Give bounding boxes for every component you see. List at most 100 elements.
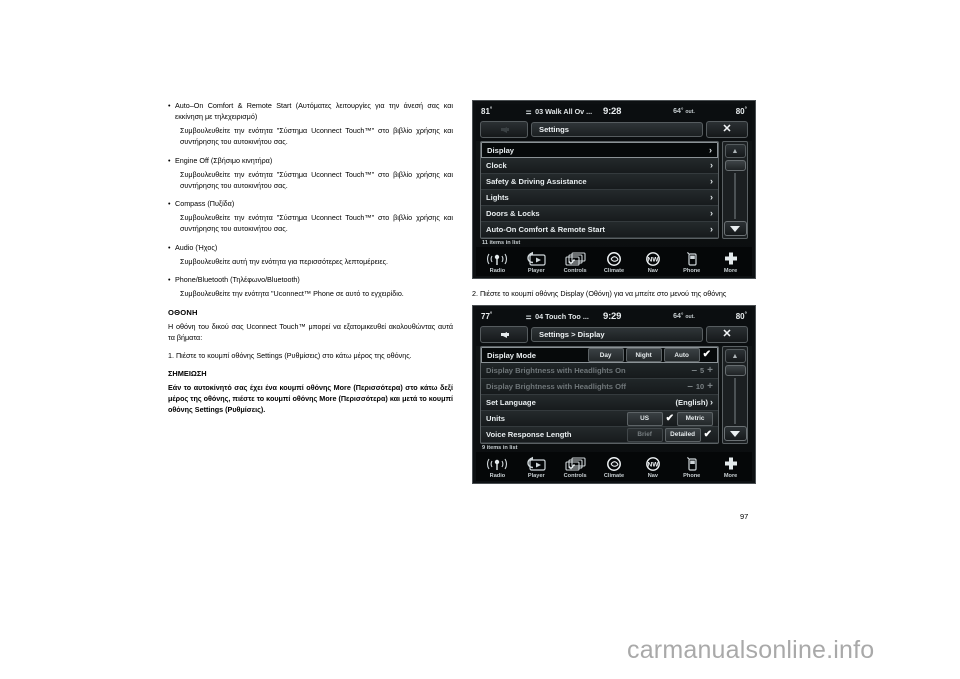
controls-cards-icon <box>562 455 588 472</box>
toolbar-item-label: Climate <box>603 268 625 274</box>
passenger-temp: 80° <box>717 312 747 321</box>
list-item-safety-driving-assistance[interactable]: Safety & Driving Assistance › <box>481 174 718 190</box>
list-item-lights[interactable]: Lights › <box>481 190 718 206</box>
voice-response-options: Brief Detailed ✔ <box>626 427 713 442</box>
toolbar-item-more[interactable]: More <box>711 453 750 479</box>
back-button[interactable] <box>480 326 528 344</box>
bullet-body: Συμβουλευθείτε αυτή την ενότητα για περι… <box>180 256 389 266</box>
option-us[interactable]: US <box>626 411 663 426</box>
minus-icon[interactable]: – <box>687 381 693 392</box>
degree-symbol: ° <box>744 107 747 113</box>
setting-label: Units <box>486 414 505 424</box>
toolbar-item-phone[interactable]: Phone <box>672 453 711 479</box>
breadcrumb: Settings <box>531 122 703 137</box>
chevron-right-icon: › <box>710 208 713 218</box>
plus-icon[interactable]: + <box>707 365 713 376</box>
scroll-up-button[interactable]: ▲ <box>724 144 746 158</box>
bullet-marker: • <box>168 155 171 165</box>
scroll-up-button[interactable]: ▲ <box>724 349 746 364</box>
driver-temp: 77° <box>481 312 525 321</box>
option-metric[interactable]: Metric <box>677 411 713 426</box>
track-title: 04 Touch Too ... <box>535 312 589 322</box>
setting-label: Voice Response Length <box>486 430 572 440</box>
toolbar-item-phone[interactable]: Phone <box>672 248 711 274</box>
degree-symbol: ° <box>680 108 684 114</box>
note-body: Εάν το αυτοκίνητό σας έχει ένα κουμπί οθ… <box>168 382 453 415</box>
toolbar-item-controls[interactable]: Controls <box>556 453 595 479</box>
checkmark-icon: ✔ <box>665 412 674 424</box>
toolbar-item-label: Nav <box>647 473 658 480</box>
list-item-label: Auto-On Comfort & Remote Start <box>486 225 605 234</box>
bullet-item: • Auto–On Comfort & Remote Start (Αυτόμα… <box>168 100 453 122</box>
bullet-item: • Audio (Ήχος) <box>168 242 453 253</box>
setting-label: Display Mode <box>487 350 536 360</box>
toolbar-item-label: Phone <box>683 473 701 480</box>
toolbar-item-radio[interactable]: Radio <box>478 248 517 274</box>
scrollbar[interactable]: ▲ <box>722 346 748 445</box>
display-settings-list: Display Mode Day Night Auto ✔ Display Br… <box>480 346 719 445</box>
list-item-clock[interactable]: Clock › <box>481 158 718 174</box>
toolbar-item-climate[interactable]: Climate <box>595 453 634 479</box>
scroll-down-button[interactable] <box>723 221 747 236</box>
checkmark-icon: ✔ <box>702 349 711 361</box>
bottom-toolbar: Radio Player Controls Climate NW Nav Pho… <box>476 452 752 482</box>
toolbar-item-radio[interactable]: Radio <box>478 453 517 479</box>
radio-antenna-icon <box>486 250 508 267</box>
degree-symbol: ° <box>680 313 684 320</box>
language-value: (English) <box>675 398 708 408</box>
scroll-thumb[interactable] <box>724 160 746 171</box>
bullet-title: Engine Off (Σβήσιμο κινητήρα) <box>175 155 273 165</box>
setting-row-set-language[interactable]: Set Language (English) › <box>481 395 718 412</box>
settings-list: Display › Clock › Safety & Driving Assis… <box>480 141 719 239</box>
toolbar-item-controls[interactable]: Controls <box>556 248 595 274</box>
scroll-track[interactable] <box>734 173 736 219</box>
phone-icon <box>684 250 700 267</box>
stepper-value: 10 <box>695 382 705 392</box>
toolbar-item-nav[interactable]: NW Nav <box>633 453 672 479</box>
setting-row-display-mode[interactable]: Display Mode Day Night Auto ✔ <box>481 347 718 364</box>
back-button[interactable] <box>480 121 528 138</box>
plus-icon[interactable]: + <box>707 381 713 392</box>
toolbar-item-player[interactable]: Player <box>517 248 556 274</box>
setting-row-brightness-headlights-off[interactable]: Display Brightness with Headlights Off –… <box>481 379 718 396</box>
scroll-track[interactable] <box>734 378 736 425</box>
step-2-text: 2. Πιέστε το κουμπί οθόνης Display (Οθόν… <box>472 289 727 298</box>
chevron-right-icon: › <box>710 224 713 234</box>
back-arrow-icon <box>501 126 509 133</box>
toolbar-item-player[interactable]: Player <box>517 453 556 479</box>
list-item-label: Display <box>487 145 515 155</box>
bullet-body: Συμβουλευθείτε την ενότητα "Uconnect™ Ph… <box>180 289 404 299</box>
option-night[interactable]: Night <box>625 348 662 363</box>
scroll-thumb[interactable] <box>724 365 746 377</box>
setting-label: Set Language <box>486 398 536 408</box>
toolbar-item-nav[interactable]: NW Nav <box>633 248 672 274</box>
setting-row-units[interactable]: Units US ✔ Metric <box>481 411 718 428</box>
list-item-auto-on-comfort-remote-start[interactable]: Auto-On Comfort & Remote Start › <box>481 222 718 238</box>
chevron-right-icon: › <box>709 144 712 155</box>
list-item-display[interactable]: Display › <box>481 142 718 158</box>
right-column: 81° ⚌ 03 Walk All Ov ... 9:28 64° out. 8… <box>472 100 756 485</box>
option-detailed[interactable]: Detailed <box>664 427 701 442</box>
setting-row-voice-response-length[interactable]: Voice Response Length Brief Detailed ✔ <box>481 427 718 444</box>
status-bar: 77° ⚌ 04 Touch Too ... 9:29 64° out. 80° <box>476 309 752 325</box>
minus-icon[interactable]: – <box>691 365 697 376</box>
option-brief[interactable]: Brief <box>626 427 663 442</box>
close-button[interactable]: ✕ <box>706 121 748 138</box>
list-item-label: Clock <box>486 161 507 170</box>
items-count-label: 11 items in list <box>482 240 521 246</box>
option-day[interactable]: Day <box>587 348 624 363</box>
list-item-doors-locks[interactable]: Doors & Locks › <box>481 206 718 222</box>
scroll-down-button[interactable] <box>723 426 747 442</box>
option-auto[interactable]: Auto <box>663 348 700 363</box>
toolbar-item-more[interactable]: More <box>711 248 750 274</box>
uconnect-screenshot-settings: 81° ⚌ 03 Walk All Ov ... 9:28 64° out. 8… <box>472 100 756 279</box>
setting-row-brightness-headlights-on[interactable]: Display Brightness with Headlights On – … <box>481 363 718 380</box>
degree-symbol: ° <box>744 312 747 319</box>
checkmark-icon: ✔ <box>703 428 712 440</box>
close-button[interactable]: ✕ <box>706 326 748 344</box>
toolbar-item-climate[interactable]: Climate <box>595 248 634 274</box>
scrollbar[interactable]: ▲ <box>722 141 748 239</box>
title-bar: Settings > Display ✕ <box>476 324 752 347</box>
outside-temp: 64° out. <box>651 313 717 320</box>
more-plus-icon <box>721 250 741 267</box>
